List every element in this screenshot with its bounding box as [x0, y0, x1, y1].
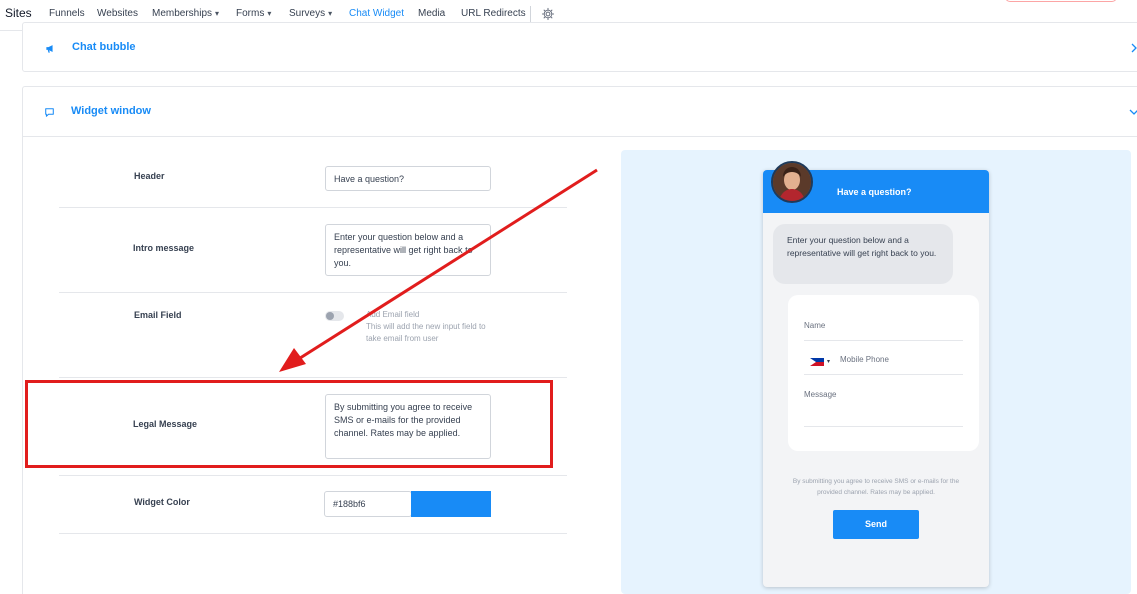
chat-icon: [45, 108, 54, 117]
nav-item-url-redirects[interactable]: URL Redirects: [461, 8, 526, 19]
row-divider: [59, 207, 567, 208]
intro-message-bubble: Enter your question below and a represen…: [773, 224, 953, 284]
contact-form-card: [788, 295, 979, 451]
row-divider: [59, 533, 567, 534]
widget-color-swatch[interactable]: [411, 491, 491, 517]
widget-window-title: Widget window: [71, 105, 151, 117]
email-toggle-description: This will add the new input field to tak…: [366, 322, 486, 343]
nav-item-memberships[interactable]: Memberships ▾: [152, 8, 219, 19]
email-field-label: Email Field: [134, 310, 182, 320]
chevron-down-icon[interactable]: [1129, 107, 1137, 117]
header-action-button[interactable]: [1005, 0, 1117, 2]
nav-item-surveys[interactable]: Surveys ▾: [289, 8, 332, 19]
row-divider: [59, 377, 567, 378]
widget-color-input[interactable]: [324, 491, 412, 517]
chat-bubble-title: Chat bubble: [72, 41, 136, 53]
email-field-toggle[interactable]: [325, 311, 344, 321]
toggle-knob: [326, 312, 334, 320]
nav-item-chat-widget[interactable]: Chat Widget: [349, 8, 404, 19]
chat-bubble-panel[interactable]: Chat bubble: [22, 22, 1137, 72]
chevron-right-icon[interactable]: [1129, 43, 1137, 53]
chevron-down-icon[interactable]: ▾: [827, 358, 830, 365]
intro-message-label: Intro message: [133, 243, 195, 253]
widget-header-title: Have a question?: [837, 187, 912, 197]
message-field[interactable]: Message: [804, 390, 836, 399]
field-underline: [804, 374, 963, 375]
legal-message-preview: By submitting you agree to receive SMS o…: [792, 478, 960, 496]
header-label: Header: [134, 171, 165, 181]
field-underline: [804, 340, 963, 341]
nav-item-funnels[interactable]: Funnels: [49, 8, 85, 19]
panel-header-divider: [22, 136, 1137, 137]
mobile-phone-field[interactable]: Mobile Phone: [840, 355, 889, 364]
name-field[interactable]: Name: [804, 321, 825, 330]
nav-item-forms[interactable]: Forms ▾: [236, 8, 271, 19]
gear-icon[interactable]: [541, 7, 555, 21]
chevron-down-icon: ▾: [215, 9, 220, 18]
header-input[interactable]: [325, 166, 491, 191]
send-button[interactable]: Send: [833, 510, 919, 539]
annotation-highlight-box: [25, 380, 553, 468]
row-divider: [59, 292, 567, 293]
intro-message-textarea[interactable]: Enter your question below and a represen…: [325, 224, 491, 276]
row-divider: [59, 475, 567, 476]
chevron-down-icon: ▾: [328, 9, 333, 18]
nav-brand[interactable]: Sites: [5, 6, 32, 20]
field-underline: [804, 426, 963, 427]
chevron-down-icon: ▾: [267, 9, 272, 18]
avatar: [771, 161, 813, 203]
nav-item-media[interactable]: Media: [418, 8, 445, 19]
megaphone-icon: [46, 45, 53, 53]
nav-divider: [530, 6, 531, 23]
philippines-flag-icon[interactable]: [810, 358, 824, 366]
nav-item-websites[interactable]: Websites: [97, 8, 138, 19]
widget-color-label: Widget Color: [134, 497, 190, 507]
email-toggle-title: Add Email field: [366, 310, 420, 319]
